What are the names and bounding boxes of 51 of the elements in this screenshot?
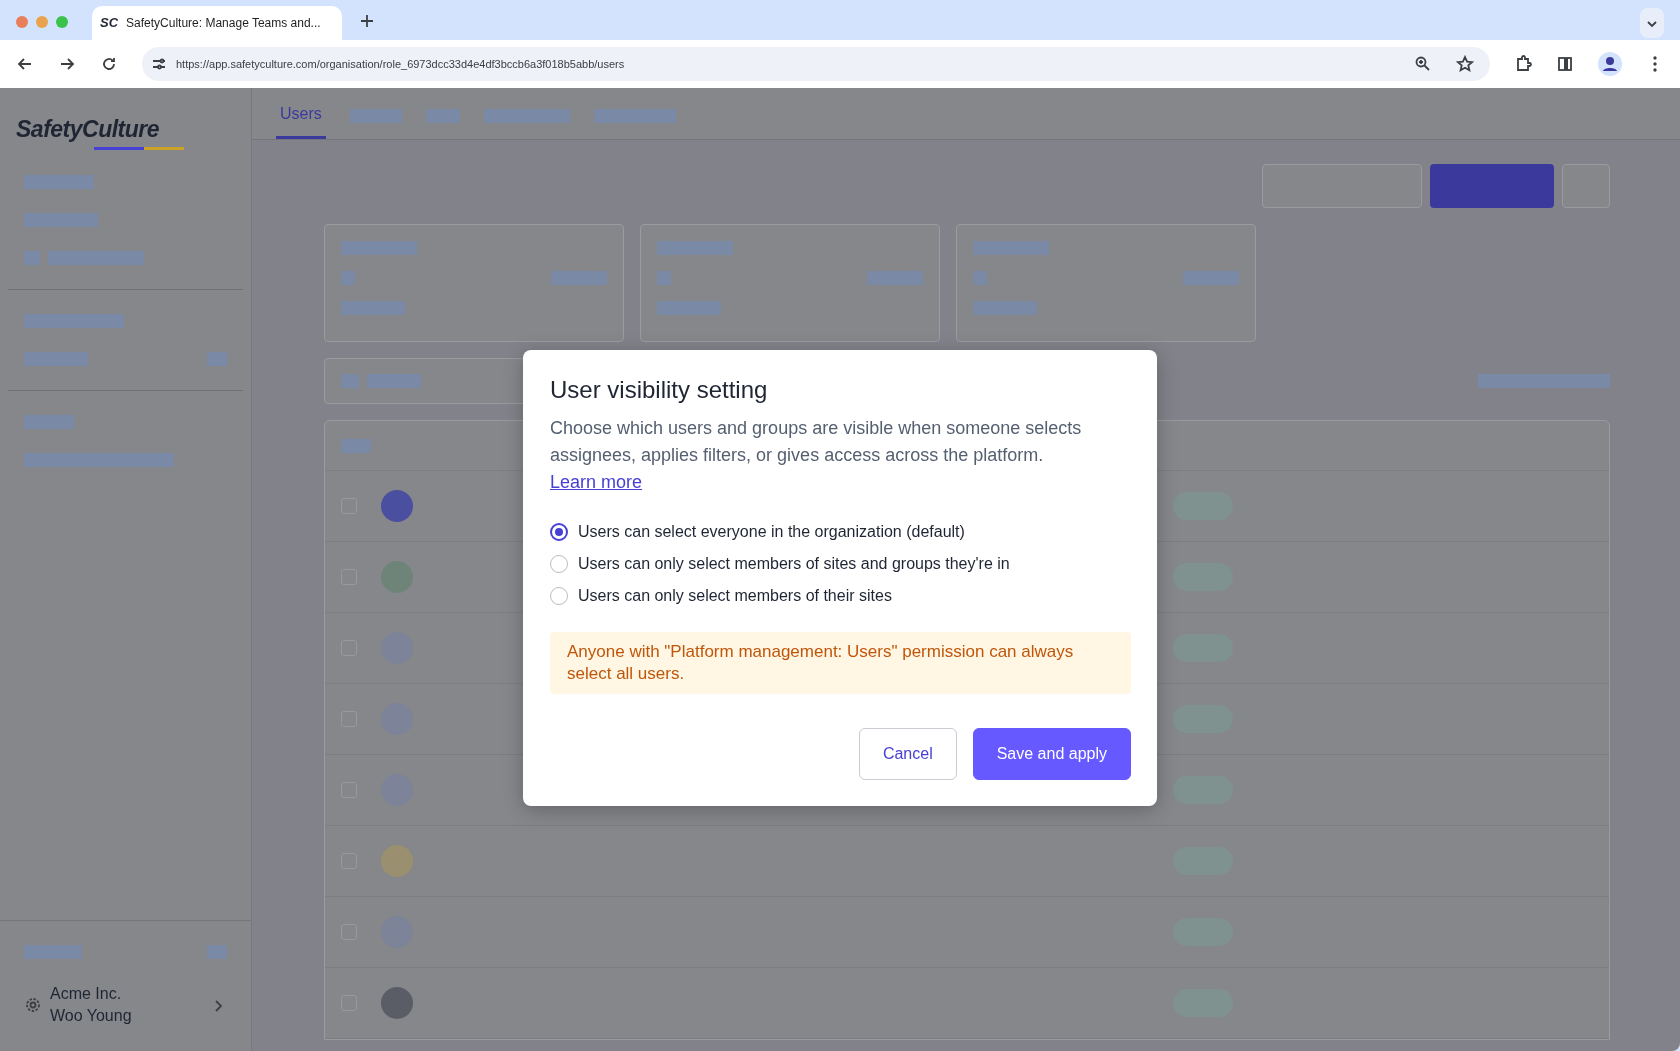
placeholder-bar: [341, 374, 359, 388]
placeholder-bar: [341, 438, 371, 453]
placeholder-bar: [349, 109, 402, 123]
placeholder-bar: [341, 301, 405, 315]
radio-option[interactable]: Users can only select members of sites and groups they're in: [550, 551, 1131, 576]
placeholder-bar: [551, 271, 607, 285]
radio-option[interactable]: Users can only select members of their sites: [550, 583, 1131, 608]
avatar: [381, 490, 413, 522]
placeholder-bar: [24, 250, 40, 265]
address-bar[interactable]: https://app.safetyculture.com/organisation/role_6973dcc33d4e4df3bccb6a3f018b5abb/users: [142, 47, 1490, 81]
cancel-button[interactable]: Cancel: [858, 727, 957, 780]
placeholder-bar: [973, 301, 1037, 315]
organization-switcher[interactable]: Acme Inc. Woo Young: [0, 983, 251, 1051]
learn-more-link[interactable]: Learn more: [550, 468, 643, 496]
placeholder-bar: [24, 174, 94, 189]
placeholder-bar: [657, 271, 671, 285]
outline-button[interactable]: [1262, 164, 1422, 208]
placeholder-bar: [207, 351, 227, 366]
placeholder-bar: [24, 351, 88, 366]
user-name: Woo Young: [50, 1006, 132, 1026]
browser-tab[interactable]: SC SafetyCulture: Manage Teams and...: [92, 6, 342, 40]
avatar: [381, 987, 413, 1019]
minimize-window-dot[interactable]: [36, 16, 48, 28]
reload-icon[interactable]: [100, 55, 118, 73]
profile-icon[interactable]: [1598, 52, 1622, 76]
star-icon[interactable]: [1456, 55, 1474, 73]
organization-name: Acme Inc.: [50, 984, 123, 1004]
extension-icon[interactable]: [1514, 55, 1532, 73]
placeholder-bar: [973, 271, 987, 285]
placeholder-bar: [24, 414, 74, 429]
placeholder-bar: [1183, 271, 1239, 285]
placeholder-bar: [341, 271, 355, 285]
placeholder-bar: [425, 109, 460, 123]
dialog-title: User visibility setting: [550, 376, 769, 405]
placeholder-bar: [207, 945, 227, 959]
radio-option[interactable]: Users can select everyone in the organization (default): [550, 519, 1131, 544]
save-button[interactable]: Save and apply: [972, 727, 1131, 780]
icon-button[interactable]: [1562, 164, 1610, 208]
avatar: [381, 845, 413, 877]
placeholder-bar: [867, 271, 923, 285]
dialog-description: Choose which users and groups are visible when someone selects assignees, applies filters, or gives access across the platform.: [550, 416, 1083, 467]
side-panel-icon[interactable]: [1556, 55, 1574, 73]
placeholder-bar: [367, 374, 421, 388]
placeholder-bar: [657, 301, 721, 315]
gear-icon: [24, 996, 42, 1014]
placeholder-bar: [24, 945, 82, 959]
maximize-window-dot[interactable]: [56, 16, 68, 28]
logo[interactable]: SafetyCulture: [16, 112, 235, 147]
close-window-dot[interactable]: [16, 16, 28, 28]
permission-notice: Anyone with "Platform management: Users" permission can always select all users.: [550, 631, 1131, 694]
zoom-icon[interactable]: [1414, 55, 1432, 73]
